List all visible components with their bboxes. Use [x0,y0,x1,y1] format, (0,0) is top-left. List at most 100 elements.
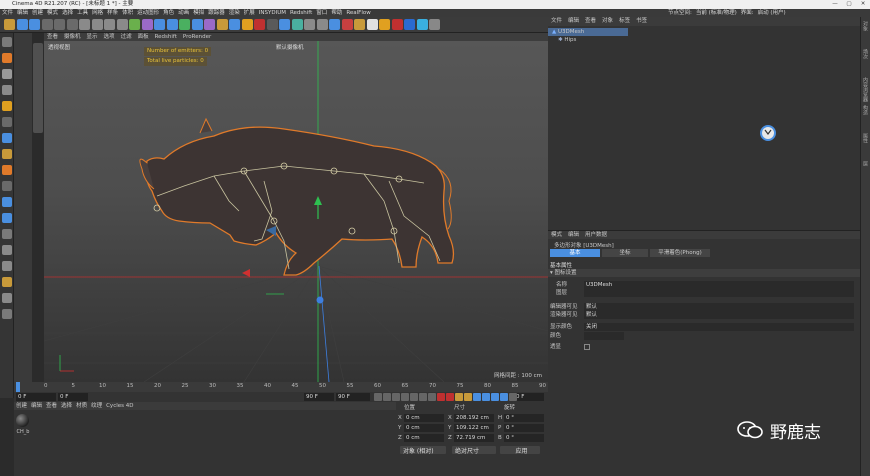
scale-key-icon[interactable] [482,393,490,401]
prev-frame-icon[interactable] [392,393,400,401]
attribute-value-field[interactable]: 默认 [584,303,854,311]
attribute-menu-item-1[interactable]: 编辑 [565,231,582,239]
attribute-menu-item-2[interactable]: 用户数据 [582,231,610,239]
object-menu-item-5[interactable]: 书签 [633,17,650,26]
mode-tool-11-icon[interactable] [2,213,12,223]
current-frame-field[interactable]: 0 F [514,393,544,401]
timeline-menu-icon[interactable] [509,393,517,401]
material-menu-item-6[interactable]: Cycles 4D [104,402,135,410]
toolbar-button-13-icon[interactable] [166,19,178,30]
tab-coordinates[interactable]: 坐标 [602,249,648,257]
toolbar-button-17-icon[interactable] [216,19,228,30]
position-field[interactable]: 0 cm [404,434,444,442]
subsection-icon-settings[interactable]: ▾ 图标设置 [548,269,860,277]
toolbar-button-28-icon[interactable] [354,19,365,30]
right-tab-3[interactable]: 构造 [862,105,869,115]
object-menu-item-2[interactable]: 查看 [582,17,599,26]
keyframe-selection-icon[interactable] [455,393,463,401]
toolbar-button-26-icon[interactable] [329,19,340,30]
toolbar-button-30-icon[interactable] [379,19,390,30]
close-button[interactable]: ✕ [856,0,870,9]
material-preview-ball[interactable] [16,414,29,427]
menu-item-18[interactable]: 窗口 [314,9,329,17]
menu-item-6[interactable]: 网格 [90,9,105,17]
menu-item-16[interactable]: INSYDIUM [257,9,288,17]
toolbar-button-22-icon[interactable] [279,19,290,30]
maximize-button[interactable]: ▢ [842,0,856,9]
mode-tool-0-icon[interactable] [2,37,12,47]
viewport-menu-item-4[interactable]: 过滤 [118,33,135,41]
toolbar-button-34-icon[interactable] [429,19,440,30]
toolbar-button-19-icon[interactable] [241,19,253,30]
mode-tool-6-icon[interactable] [2,133,12,143]
material-menu-item-0[interactable]: 创建 [14,402,29,410]
mode-tool-4-icon[interactable] [2,101,12,111]
attribute-value-field[interactable]: 关闭 [584,323,854,331]
toolbar-button-0-icon[interactable] [4,19,15,30]
record-icon[interactable] [437,393,445,401]
menu-item-0[interactable]: 文件 [0,9,15,17]
perspective-viewport[interactable]: 透视视图 默认摄像机 Number of emitters: 0 Total l… [44,41,548,382]
toolbar-button-2-icon[interactable] [29,19,40,30]
object-menu-item-1[interactable]: 编辑 [565,17,582,26]
mode-tool-3-icon[interactable] [2,85,12,95]
prev-key-icon[interactable] [383,393,391,401]
menu-item-9[interactable]: 运动图形 [135,9,161,17]
toolbar-button-7-icon[interactable] [91,19,103,30]
next-key-icon[interactable] [419,393,427,401]
toolbar-button-6-icon[interactable] [79,19,90,30]
tab-phong[interactable]: 平滑着色(Phong) [650,249,710,257]
toolbar-button-25-icon[interactable] [316,19,328,30]
tab-basic[interactable]: 基本 [550,249,600,257]
param-key-icon[interactable] [491,393,499,401]
viewport-menu-item-1[interactable]: 摄像机 [61,33,84,41]
menu-item-1[interactable]: 编辑 [15,9,30,17]
toolbar-button-27-icon[interactable] [341,19,353,30]
viewport-menu-item-5[interactable]: 面板 [135,33,152,41]
end-frame-field[interactable]: 90 F [336,393,370,401]
material-menu-item-5[interactable]: 纹理 [89,402,104,410]
start-frame-field[interactable]: 0 F [16,393,56,401]
mode-tool-16-icon[interactable] [2,293,12,303]
object-row[interactable]: ▲ U3DMesh [548,28,628,36]
material-menu-item-1[interactable]: 编辑 [29,402,44,410]
toolbar-button-11-icon[interactable] [141,19,153,30]
apply-button[interactable]: 应用 [500,446,540,455]
material-menu-item-4[interactable]: 材质 [74,402,89,410]
play-icon[interactable] [401,393,409,401]
toolbar-button-33-icon[interactable] [416,19,428,30]
size-mode-dropdown[interactable]: 绝对尺寸 [452,446,496,455]
menubar-right-item-1[interactable]: 当前 (标准/物理) [694,9,739,17]
mode-tool-2-icon[interactable] [2,69,12,79]
toolbar-button-20-icon[interactable] [254,19,265,30]
material-menu-item-3[interactable]: 选择 [59,402,74,410]
object-menu-item-0[interactable]: 文件 [548,17,565,26]
viewport-menu-item-0[interactable]: 查看 [44,33,61,41]
attribute-value-field[interactable]: U3DMesh [584,281,854,289]
mode-tool-5-icon[interactable] [2,117,12,127]
next-frame-icon[interactable] [410,393,418,401]
menu-item-15[interactable]: 扩展 [242,9,257,17]
menu-item-2[interactable]: 创建 [30,9,45,17]
go-to-end-icon[interactable] [428,393,436,401]
mode-tool-7-icon[interactable] [2,149,12,159]
attribute-value-field[interactable]: 默认 [584,311,854,319]
viewport-menu-item-2[interactable]: 显示 [84,33,101,41]
menu-item-10[interactable]: 角色 [161,9,176,17]
toolbar-button-18-icon[interactable] [229,19,240,30]
right-tab-2[interactable]: 内容浏览器 [862,77,869,102]
mode-tool-10-icon[interactable] [2,197,12,207]
toolbar-button-4-icon[interactable] [54,19,65,30]
object-row[interactable]: ✱ Hips [548,36,860,44]
right-tab-1[interactable]: 场次 [862,49,869,59]
attribute-value-field[interactable] [584,332,624,340]
menu-item-19[interactable]: 帮助 [329,9,344,17]
attribute-value-field[interactable] [584,344,590,350]
right-tab-0[interactable]: 对象 [862,21,869,31]
mode-tool-9-icon[interactable] [2,181,12,191]
toolbar-button-29-icon[interactable] [366,19,378,30]
attribute-menu-item-0[interactable]: 模式 [548,231,565,239]
toolbar-button-3-icon[interactable] [41,19,53,30]
mode-tool-1-icon[interactable] [2,53,12,63]
toolbar-button-23-icon[interactable] [291,19,303,30]
